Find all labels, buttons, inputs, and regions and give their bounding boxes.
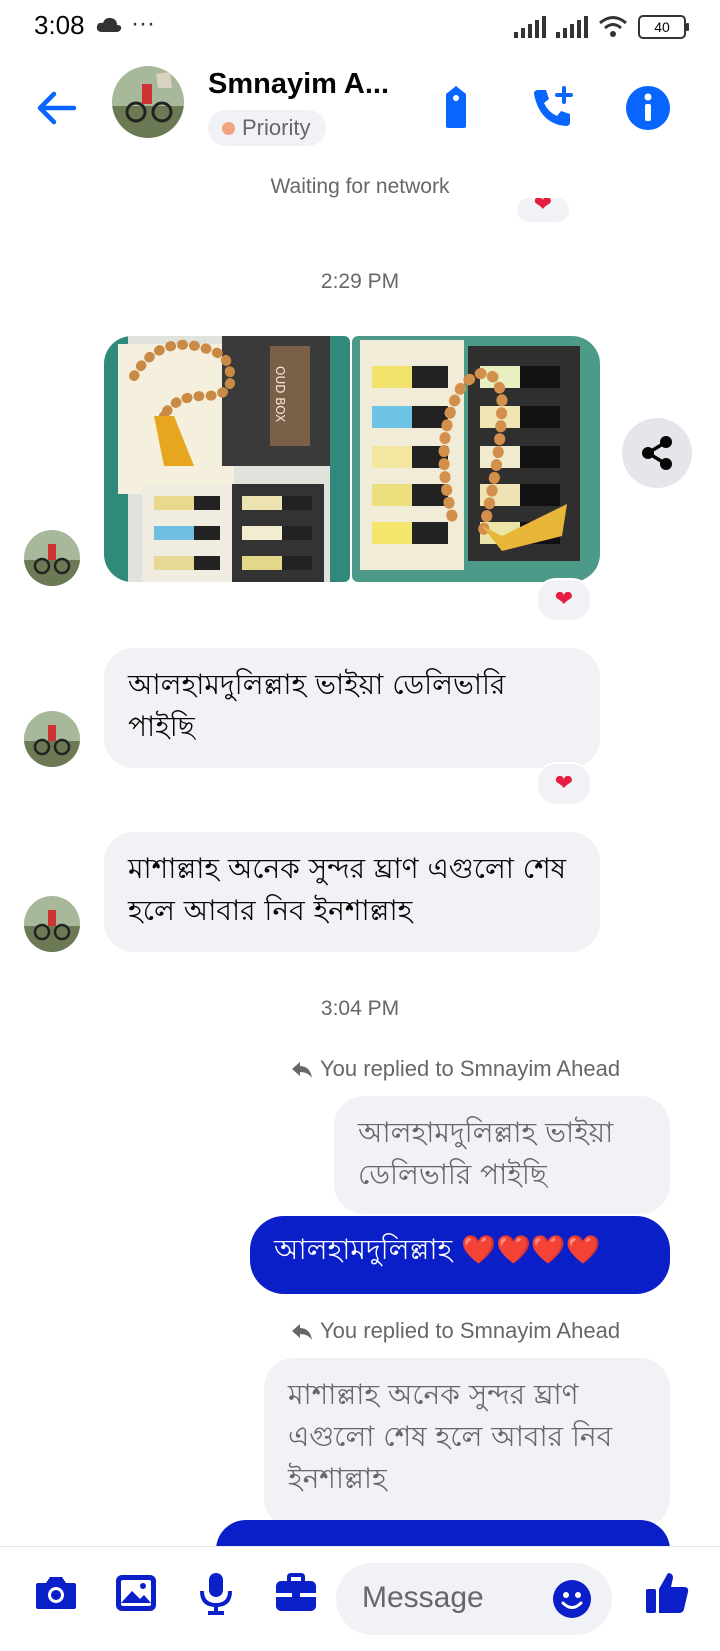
briefcase-icon[interactable] [272, 1569, 320, 1617]
contact-name[interactable]: Smnayim A... [208, 68, 389, 101]
cloud-icon [96, 17, 122, 32]
timestamp: 2:29 PM [320, 270, 400, 293]
share-icon [642, 436, 672, 470]
thumbs-up-icon[interactable] [644, 1569, 692, 1617]
message-input[interactable]: Message [336, 1563, 612, 1635]
reply-label: You replied to Smnayim Ahead [320, 1318, 621, 1343]
more-status-icon: ··· [131, 10, 155, 37]
outgoing-message[interactable]: আলহামদুলিল্লাহ ❤️❤️❤️❤️ [250, 1216, 670, 1294]
incoming-message[interactable]: মাশাল্লাহ অনেক সুন্দর ঘ্রাণ এগুলো শেষ হল… [104, 832, 600, 952]
share-button[interactable] [622, 418, 692, 488]
reply-label: You replied to Smnayim Ahead [320, 1056, 621, 1081]
reply-icon [292, 1324, 312, 1340]
reaction-heart-partial: ❤ [515, 196, 571, 224]
chat-header: Smnayim A... Priority [0, 58, 720, 158]
add-call-icon[interactable] [528, 84, 576, 132]
quoted-message[interactable]: আলহামদুলিল্লাহ ভাইয়া ডেলিভারি পাইছি [334, 1096, 670, 1214]
photo-attachment-2[interactable] [352, 336, 600, 582]
signal-icon [514, 16, 546, 38]
sender-avatar[interactable] [24, 711, 80, 767]
reply-icon [292, 1062, 312, 1078]
status-time: 3:08 [34, 10, 85, 40]
photo-attachment-1[interactable]: OUD BOX [104, 336, 350, 582]
quoted-message[interactable]: মাশাল্লাহ অনেক সুন্দর ঘ্রাণ এগুলো শেষ হল… [264, 1358, 670, 1528]
wifi-icon [599, 16, 627, 37]
signal-icon-2 [556, 16, 588, 38]
back-arrow-icon[interactable] [34, 86, 78, 130]
timestamp: 3:04 PM [320, 997, 400, 1020]
camera-icon[interactable] [32, 1569, 80, 1617]
info-icon[interactable] [624, 84, 672, 132]
sender-avatar[interactable] [24, 896, 80, 952]
network-status: Waiting for network [270, 175, 450, 198]
incoming-message[interactable]: আলহামদুলিল্লাহ ভাইয়া ডেলিভারি পাইছি [104, 648, 600, 768]
gallery-icon[interactable] [112, 1569, 160, 1617]
microphone-icon[interactable] [192, 1569, 240, 1617]
tag-icon[interactable] [432, 84, 480, 132]
battery-icon: 40 [638, 15, 689, 39]
status-icons: 40 [514, 14, 689, 40]
photo-box-label: OUD BOX [273, 366, 287, 422]
sender-avatar[interactable] [24, 530, 80, 586]
contact-avatar[interactable] [112, 66, 184, 138]
message-placeholder: Message [362, 1581, 484, 1614]
priority-badge[interactable]: Priority [208, 110, 327, 146]
emoji-icon[interactable] [552, 1579, 592, 1619]
composer-bar: Message [0, 1546, 720, 1651]
reaction-heart[interactable]: ❤ [536, 762, 592, 806]
reaction-heart[interactable]: ❤ [536, 578, 592, 622]
